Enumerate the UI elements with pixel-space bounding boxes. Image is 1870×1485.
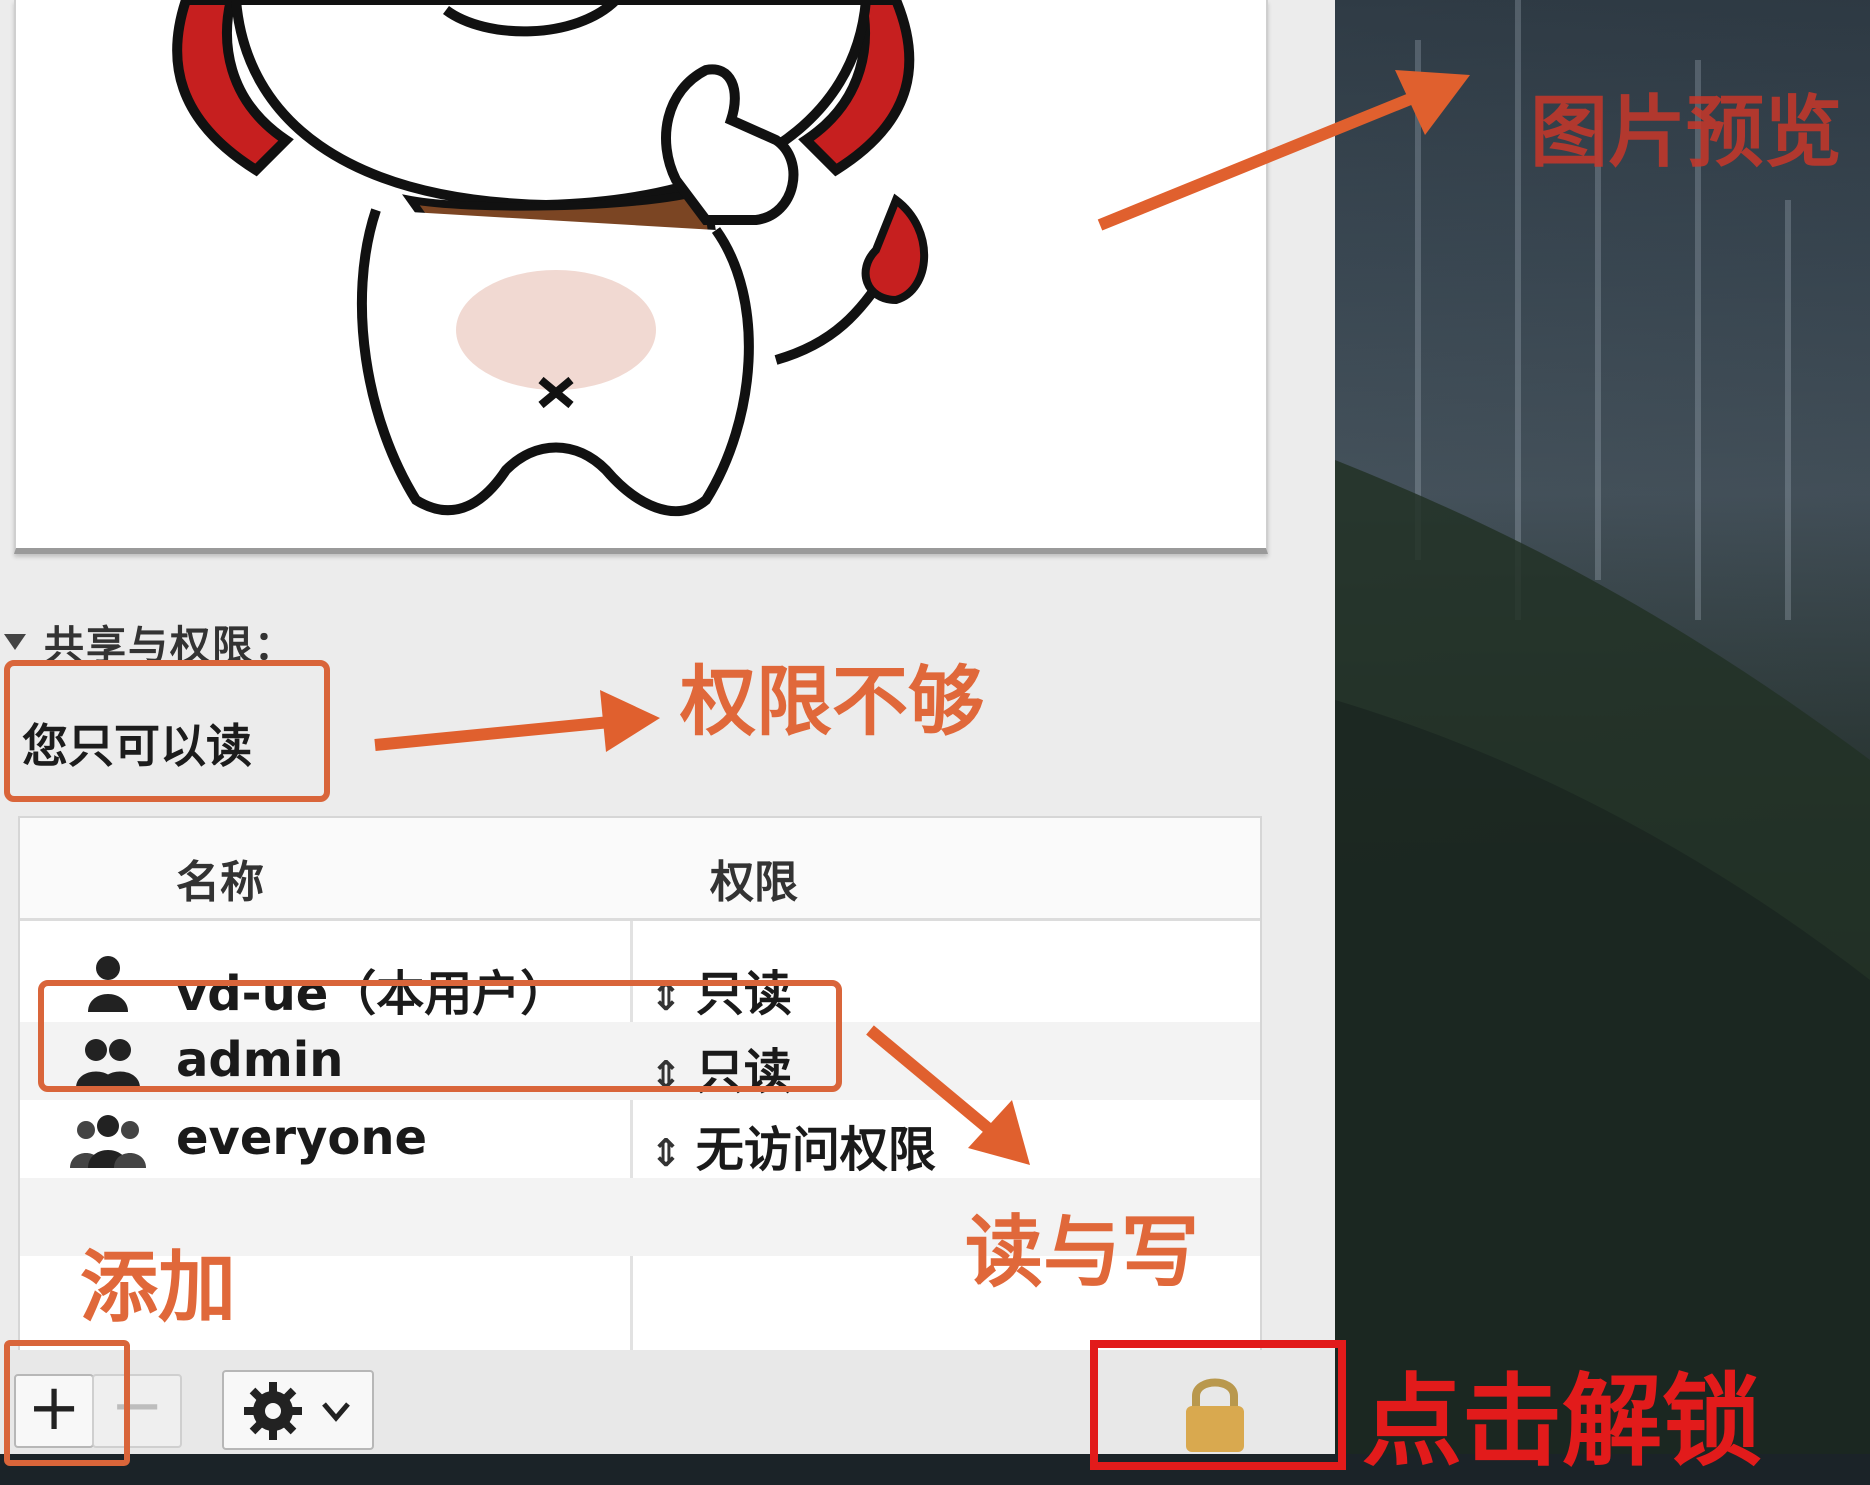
read-write-arrowhead [968, 1100, 1030, 1165]
read-write-annotation: 读与写 [965, 1208, 1200, 1298]
insufficient-arrow [374, 716, 611, 751]
insufficient-permission-annotation: 权限不够 [680, 657, 984, 746]
add-annotation: 添加 [80, 1243, 237, 1333]
preview-arrow [1097, 89, 1423, 231]
unlock-annotation: 点击解锁 [1362, 1363, 1762, 1480]
read-write-arrow [866, 1025, 994, 1135]
insufficient-arrowhead [600, 690, 660, 752]
preview-annotation: 图片预览 [1530, 88, 1843, 178]
